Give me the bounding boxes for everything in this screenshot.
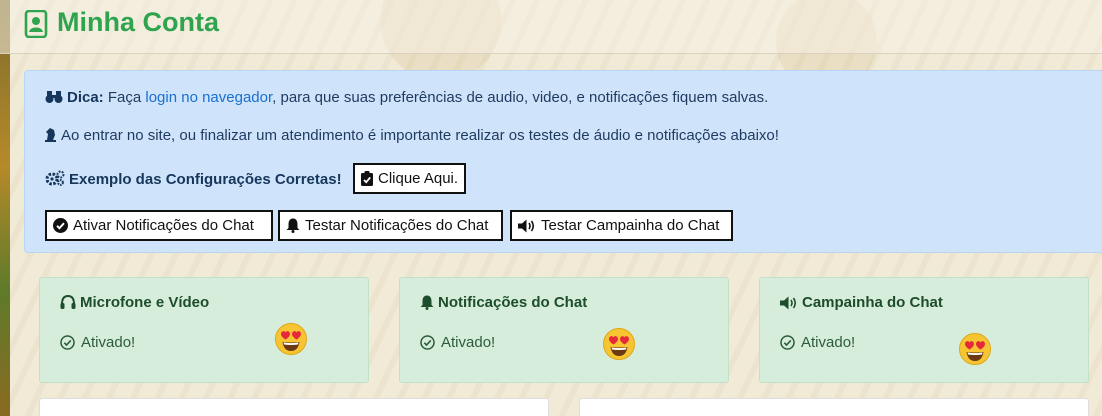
card-status: Ativado!: [420, 334, 495, 351]
chat-notifications-card: Notificações do Chat Ativado!: [399, 277, 729, 383]
bottom-panel-right: [579, 398, 1089, 416]
card-status-text: Ativado!: [801, 334, 856, 351]
example-button-label: Clique Aqui.: [378, 170, 459, 187]
check-circle-outline-icon: [60, 335, 75, 350]
enable-notifications-label: Ativar Notificações do Chat: [73, 217, 254, 234]
binoculars-icon: [45, 91, 63, 103]
card-title-text: Notificações do Chat: [438, 294, 588, 311]
heart-eyes-emoji: [959, 333, 991, 365]
chess-knight-icon: [45, 128, 56, 142]
bell-icon: [420, 295, 434, 310]
card-title: Notificações do Chat: [420, 294, 587, 311]
chat-bell-card: Campainha do Chat Ativado!: [759, 277, 1089, 383]
notice-text: Ao entrar no site, ou finalizar um atend…: [61, 127, 779, 144]
gears-icon: [45, 170, 65, 186]
login-link[interactable]: login no navegador: [145, 89, 272, 106]
test-bell-label: Testar Campainha do Chat: [541, 217, 720, 234]
test-bell-button[interactable]: Testar Campainha do Chat: [510, 210, 733, 241]
test-notifications-button[interactable]: Testar Notificações do Chat: [278, 210, 503, 241]
card-status-text: Ativado!: [81, 334, 136, 351]
tip-text-before: Faça: [103, 89, 146, 106]
card-status-text: Ativado!: [441, 334, 496, 351]
card-title-text: Microfone e Vídeo: [80, 294, 210, 311]
test-notifications-label: Testar Notificações do Chat: [305, 217, 489, 234]
example-button[interactable]: Clique Aqui.: [353, 163, 467, 194]
page-header: Minha Conta: [0, 0, 1102, 54]
enable-notifications-button[interactable]: Ativar Notificações do Chat: [45, 210, 273, 241]
tip-message: Dica: Faça login no navegador, para que …: [45, 89, 768, 106]
card-title-text: Campainha do Chat: [802, 294, 943, 311]
card-status: Ativado!: [60, 334, 135, 351]
volume-icon: [518, 219, 535, 232]
microphone-video-card: Microfone e Vídeo Ativado!: [39, 277, 369, 383]
bell-icon: [286, 218, 300, 233]
clipboard-check-icon: [361, 171, 373, 186]
heart-eyes-emoji: [603, 328, 635, 360]
tip-text-after: , para que suas preferências de audio, v…: [272, 89, 769, 106]
check-circle-outline-icon: [420, 335, 435, 350]
headset-icon: [60, 295, 76, 309]
example-label: Exemplo das Configurações Corretas!: [69, 171, 342, 188]
card-title: Microfone e Vídeo: [60, 294, 209, 311]
notice-message: Ao entrar no site, ou finalizar um atend…: [45, 127, 779, 144]
card-status: Ativado!: [780, 334, 855, 351]
tip-panel: Dica: Faça login no navegador, para que …: [24, 70, 1102, 253]
card-title: Campainha do Chat: [780, 294, 943, 311]
check-circle-outline-icon: [780, 335, 795, 350]
page-title: Minha Conta: [57, 7, 219, 37]
example-row: Exemplo das Configurações Corretas!: [45, 170, 342, 188]
tip-label: Dica:: [67, 89, 104, 106]
bottom-panel-left: [39, 398, 549, 416]
heart-eyes-emoji: [275, 323, 307, 355]
check-circle-icon: [53, 218, 68, 233]
volume-icon: [780, 296, 797, 309]
contact-card-icon: [24, 10, 48, 38]
